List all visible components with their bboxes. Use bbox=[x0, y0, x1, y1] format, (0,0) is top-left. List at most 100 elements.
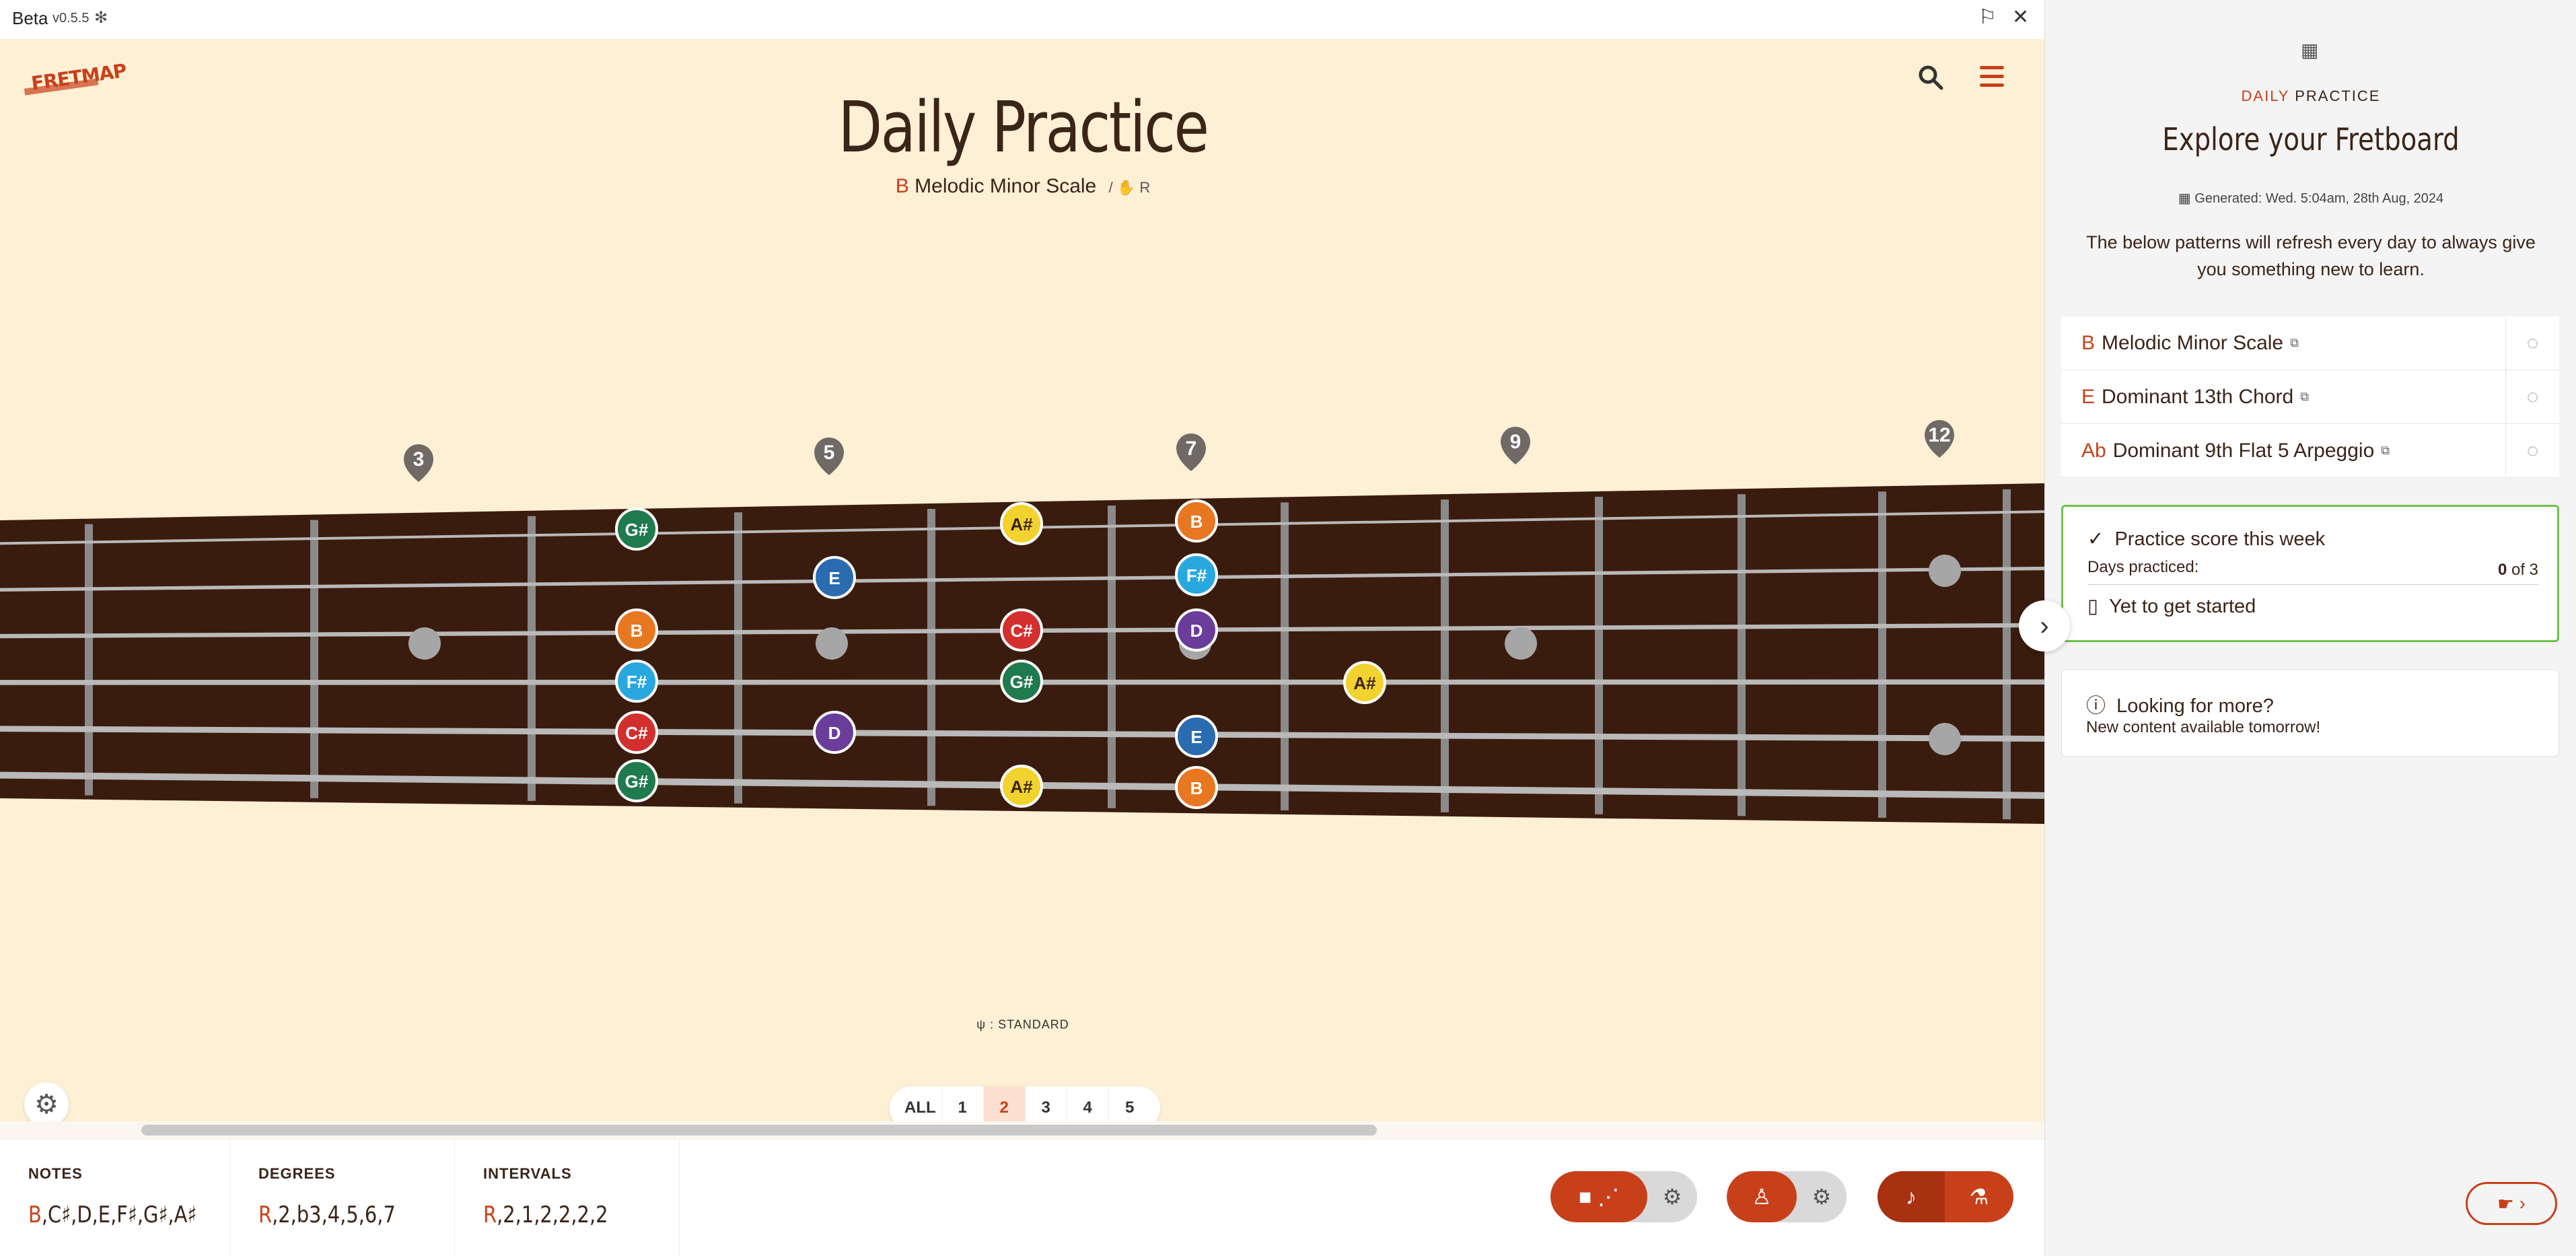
svg-text:F#: F# bbox=[627, 672, 647, 692]
music-mode-button[interactable]: ♪ bbox=[1877, 1171, 1945, 1222]
days-practiced-row: Days practiced: 0 of 3 bbox=[2087, 558, 2538, 585]
info-icon: ⓘ bbox=[2086, 695, 2106, 717]
app-version: v0.5.5 bbox=[52, 11, 90, 26]
degrees-label: DEGREES bbox=[258, 1165, 336, 1182]
note-marker: D bbox=[1175, 608, 1218, 652]
svg-text:A#: A# bbox=[1010, 777, 1033, 797]
subtitle-name: Melodic Minor Scale bbox=[915, 175, 1097, 197]
refresh-icon[interactable]: ◌ bbox=[2505, 370, 2559, 424]
more-subtitle: New content available tomorrow! bbox=[2086, 718, 2321, 736]
search-button[interactable] bbox=[1917, 63, 1945, 92]
app-name: Beta bbox=[12, 8, 48, 28]
stop-button[interactable]: ■ ⋰ bbox=[1550, 1171, 1647, 1222]
note-marker: A# bbox=[1000, 765, 1043, 808]
tuning-label[interactable]: ψ : STANDARD bbox=[875, 1018, 1171, 1032]
scrollbar-thumb[interactable] bbox=[141, 1125, 1377, 1136]
menu-icon bbox=[1980, 66, 2004, 69]
sparkle-icon: ✻ bbox=[94, 9, 108, 27]
metronome-settings-button[interactable]: ⚙ bbox=[1797, 1171, 1847, 1222]
panel-kicker: DAILY PRACTICE bbox=[2241, 88, 2381, 104]
note-marker: G# bbox=[615, 759, 658, 802]
hand-icon: ☛ bbox=[2497, 1193, 2514, 1214]
days-label: Days practiced: bbox=[2087, 558, 2199, 576]
fret-inlay bbox=[816, 627, 848, 660]
svg-text:C#: C# bbox=[1010, 621, 1033, 641]
note-marker: C# bbox=[615, 711, 658, 754]
svg-text:F#: F# bbox=[1186, 565, 1207, 586]
gear-icon: ⚙ bbox=[34, 1090, 59, 1119]
gear-icon: ⚙ bbox=[1662, 1185, 1682, 1209]
svg-text:G#: G# bbox=[1010, 672, 1034, 692]
note-marker: G# bbox=[1000, 660, 1043, 703]
check-icon: ✓ bbox=[2087, 528, 2104, 550]
fret-number-marker: 9 bbox=[1501, 427, 1530, 464]
pattern-item[interactable]: Ab Dominant 9th Flat 5 Arpeggio ⧉ ◌ bbox=[2061, 424, 2559, 478]
music-note-icon: ♪ bbox=[1906, 1184, 1917, 1209]
panel-intro: The below patterns will refresh every da… bbox=[2086, 232, 2536, 279]
more-title: ⓘ Looking for more? bbox=[2086, 695, 2274, 717]
calendar-icon: ▦ bbox=[2301, 40, 2319, 61]
logo-wordmark: FRETMAP bbox=[30, 59, 128, 95]
pattern-item[interactable]: B Melodic Minor Scale ⧉ ◌ bbox=[2061, 316, 2559, 370]
svg-text:G#: G# bbox=[625, 520, 649, 540]
svg-text:D: D bbox=[828, 723, 841, 743]
daily-practice-panel: ▦ DAILY PRACTICE Explore your Fretboard … bbox=[2044, 0, 2576, 1256]
refresh-icon[interactable]: ◌ bbox=[2505, 316, 2559, 370]
days-count: 0 of 3 bbox=[2497, 561, 2538, 579]
panel-action-button[interactable]: ☛ › bbox=[2466, 1182, 2557, 1225]
note-marker: B bbox=[1175, 499, 1218, 543]
page-title: Daily Practice bbox=[838, 86, 1209, 168]
app-logo[interactable]: FRETMAP bbox=[24, 59, 128, 96]
svg-text:A#: A# bbox=[1010, 514, 1033, 534]
chevron-right-icon: › bbox=[2040, 610, 2049, 641]
svg-text:E: E bbox=[1190, 727, 1202, 747]
window-titlebar: Beta v0.5.5 ✻ ⚐ ✕ bbox=[0, 0, 2044, 39]
open-icon: ⧉ bbox=[2381, 444, 2390, 457]
note-marker: B bbox=[1175, 766, 1218, 809]
refresh-icon[interactable]: ◌ bbox=[2505, 424, 2559, 478]
pattern-list: B Melodic Minor Scale ⧉ ◌ E Dominant 13th C… bbox=[2061, 316, 2576, 478]
fret-number-marker: 3 bbox=[404, 444, 433, 482]
mode-toggle: ♪ ⚗ bbox=[1877, 1171, 2013, 1222]
generated-timestamp: ▦ Generated: Wed. 5:04am, 28th Aug, 2024 bbox=[2178, 191, 2444, 206]
page-subtitle: B Melodic Minor Scale / ✋ R bbox=[673, 175, 1373, 198]
svg-text:3: 3 bbox=[413, 448, 425, 470]
subtitle-hand: / ✋ R bbox=[1108, 179, 1151, 196]
svg-text:9: 9 bbox=[1510, 431, 1522, 453]
intervals-value: R,2,1,2,2,2,2 bbox=[483, 1201, 608, 1228]
fretboard[interactable]: 3 5 7 9 12 G# A# B E F# B C# D F# G# C# D E G# A# B A# bbox=[0, 403, 2044, 860]
note-marker: C# bbox=[1000, 608, 1043, 652]
svg-text:D: D bbox=[1190, 621, 1203, 641]
panel-collapse-button[interactable]: › bbox=[2019, 600, 2070, 652]
pattern-item[interactable]: E Dominant 13th Chord ⧉ ◌ bbox=[2061, 370, 2559, 424]
panel-title: Explore your Fretboard bbox=[2162, 121, 2460, 158]
playback-controls: ■ ⋰ ⚙ bbox=[1550, 1171, 1697, 1222]
more-content-card: ⓘ Looking for more? New content availabl… bbox=[2061, 669, 2559, 757]
playback-settings-button[interactable]: ⚙ bbox=[1647, 1171, 1697, 1222]
close-icon[interactable]: ✕ bbox=[2012, 5, 2029, 29]
tuning-name: : STANDARD bbox=[990, 1018, 1069, 1031]
stop-icon: ■ bbox=[1578, 1184, 1592, 1209]
notes-value: B,C♯,D,E,F♯,G♯,A♯ bbox=[28, 1201, 197, 1228]
lab-mode-button[interactable]: ⚗ bbox=[1945, 1171, 2013, 1222]
svg-text:7: 7 bbox=[1186, 438, 1197, 460]
document-icon: ▯ bbox=[2087, 596, 2098, 617]
fret-inlay bbox=[1929, 723, 1961, 755]
svg-text:A#: A# bbox=[1353, 673, 1376, 693]
fret-number-marker: 7 bbox=[1176, 433, 1206, 471]
degrees-value: R,2,b3,4,5,6,7 bbox=[258, 1201, 396, 1228]
notes-label: NOTES bbox=[28, 1165, 83, 1182]
note-marker: E bbox=[813, 556, 856, 599]
horizontal-scrollbar[interactable] bbox=[0, 1121, 2044, 1139]
gear-icon: ⚙ bbox=[1812, 1185, 1832, 1209]
fret-inlay bbox=[1505, 627, 1537, 660]
menu-button[interactable] bbox=[1980, 66, 2004, 88]
metronome-button[interactable]: ♙ bbox=[1727, 1171, 1797, 1222]
feedback-icon[interactable]: ⚐ bbox=[1978, 5, 1997, 29]
open-icon: ⧉ bbox=[2300, 390, 2310, 403]
svg-text:C#: C# bbox=[625, 723, 648, 743]
note-marker: B bbox=[615, 608, 658, 652]
settings-button[interactable]: ⚙ bbox=[24, 1082, 69, 1127]
notes-column: NOTES B,C♯,D,E,F♯,G♯,A♯ bbox=[0, 1140, 230, 1256]
svg-text:12: 12 bbox=[1928, 424, 1950, 446]
